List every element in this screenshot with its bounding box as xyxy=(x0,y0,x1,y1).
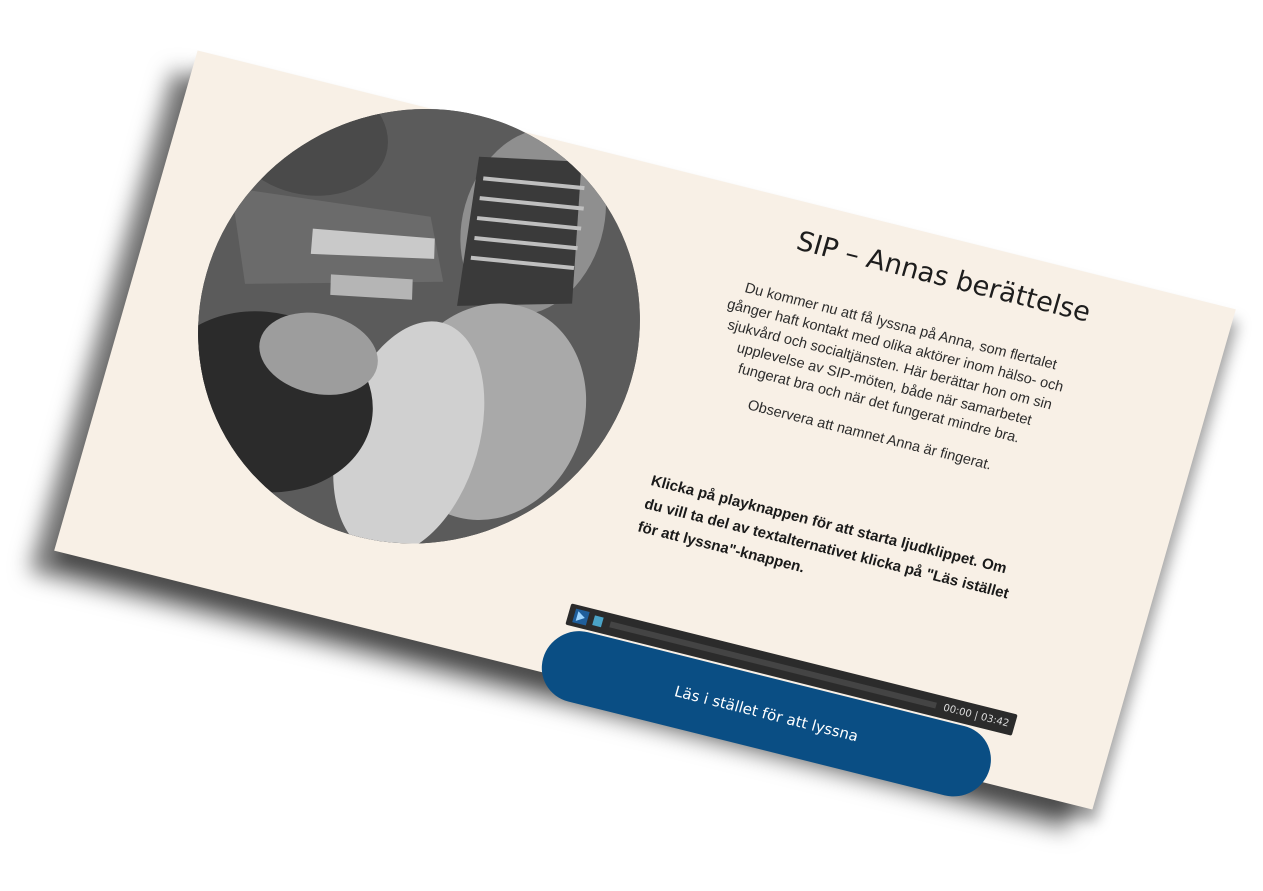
slide-card: SIP – Annas berättelse Du kommer nu att … xyxy=(54,50,1236,810)
stop-icon[interactable] xyxy=(592,615,604,628)
group-photo xyxy=(146,62,692,590)
instruction-text: Klicka på playknappen för att starta lju… xyxy=(635,472,1011,603)
play-icon[interactable] xyxy=(572,608,590,626)
stage: SIP – Annas berättelse Du kommer nu att … xyxy=(0,0,1263,891)
